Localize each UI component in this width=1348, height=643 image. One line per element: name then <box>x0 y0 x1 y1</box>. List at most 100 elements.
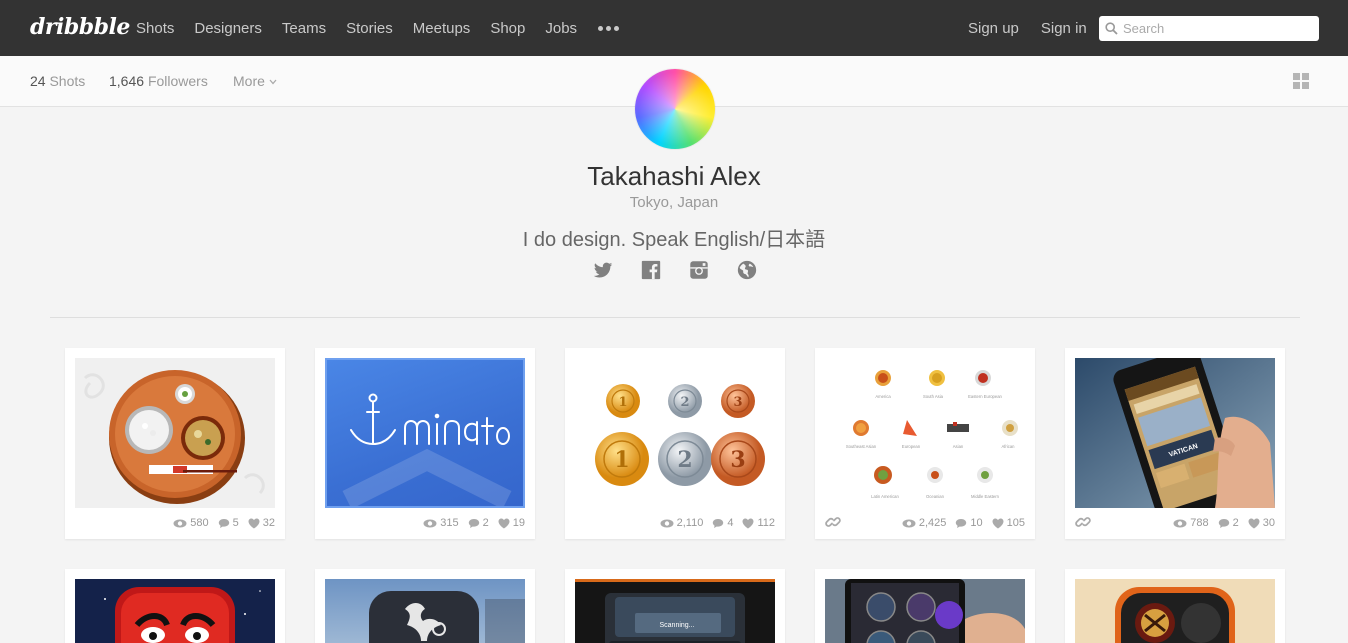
comments-stat[interactable]: 2 <box>1218 517 1239 529</box>
nav-shop[interactable]: Shop <box>490 20 525 37</box>
food-label: Eastern European <box>968 394 1002 399</box>
shot-thumbnail[interactable] <box>75 358 275 508</box>
search-icon <box>1105 22 1118 35</box>
sign-up-link[interactable]: Sign up <box>968 20 1019 37</box>
shot-thumbnail[interactable]: America South Asia Eastern European Sout… <box>825 358 1025 508</box>
svg-text:1: 1 <box>614 447 629 473</box>
scanner-text: Scanning... <box>659 622 694 629</box>
shot-card[interactable]: America South Asia Eastern European Sout… <box>815 348 1035 539</box>
nav-teams[interactable]: Teams <box>282 20 326 37</box>
search-input[interactable] <box>1123 21 1313 36</box>
shot-card[interactable]: 580 5 32 <box>65 348 285 539</box>
likes-stat[interactable]: 32 <box>248 517 275 529</box>
food-label: Latin American <box>871 494 899 499</box>
likes-count: 32 <box>262 517 275 529</box>
shot-image-phone-app: VATICAN <box>1075 358 1275 508</box>
likes-stat[interactable]: 30 <box>1248 517 1275 529</box>
shot-thumbnail[interactable]: VATICAN <box>1075 358 1275 508</box>
likes-count: 30 <box>1262 517 1275 529</box>
shot-thumbnail[interactable]: 1 2 3 1 2 3 <box>575 358 775 508</box>
food-label: America <box>875 394 891 399</box>
followers-label: Followers <box>147 73 208 89</box>
sign-in-link[interactable]: Sign in <box>1041 20 1087 37</box>
shot-card[interactable]: 1 2 3 1 2 3 2,110 4 112 <box>565 348 785 539</box>
followers-count-tab[interactable]: 1,646 Followers <box>109 73 208 89</box>
shot-card[interactable]: 315 2 19 <box>315 348 535 539</box>
comments-stat[interactable]: 5 <box>218 517 239 529</box>
heart-icon <box>992 518 1004 528</box>
comment-icon <box>1218 518 1229 528</box>
shot-thumbnail[interactable] <box>325 579 525 643</box>
shot-stats: 2,425 10 105 <box>893 516 1025 530</box>
shot-card[interactable]: VATICAN 788 2 30 <box>1065 348 1285 539</box>
more-dropdown[interactable]: More <box>233 73 277 89</box>
dribbble-logo[interactable]: dribbble <box>30 14 130 40</box>
shots-count-tab[interactable]: 24 Shots <box>30 73 85 89</box>
shot-stats: 580 5 32 <box>164 516 275 530</box>
svg-text:3: 3 <box>730 447 745 473</box>
comment-icon <box>713 518 724 528</box>
comments-count: 2 <box>482 517 489 529</box>
link-icon[interactable] <box>825 514 841 530</box>
instagram-icon[interactable] <box>688 259 710 281</box>
views-count: 315 <box>440 517 459 529</box>
avatar[interactable] <box>635 69 715 149</box>
grid-view-icon[interactable] <box>1293 73 1309 89</box>
likes-count: 112 <box>757 517 775 529</box>
profile-bio: I do design. Speak English/日本語 <box>522 229 826 251</box>
shot-thumbnail[interactable]: Scanning... <box>575 579 775 643</box>
svg-text:1: 1 <box>618 395 627 410</box>
shot-image-rooftops-app <box>825 579 1025 643</box>
views-stat: 2,110 <box>660 517 704 529</box>
views-stat: 2,425 <box>902 517 946 529</box>
shot-card[interactable]: Scanning... <box>565 569 785 643</box>
main-nav-links: Shots Designers Teams Stories Meetups Sh… <box>136 0 620 56</box>
shot-image-orange-icon <box>1075 579 1275 643</box>
heart-icon <box>498 518 510 528</box>
eye-icon <box>660 519 674 527</box>
nav-jobs[interactable]: Jobs <box>545 20 577 37</box>
views-count: 2,110 <box>676 517 704 529</box>
shot-card[interactable] <box>315 569 535 643</box>
shot-thumbnail[interactable] <box>325 358 525 508</box>
likes-stat[interactable]: 112 <box>742 517 775 529</box>
comments-stat[interactable]: 10 <box>955 517 983 529</box>
likes-stat[interactable]: 19 <box>498 517 525 529</box>
shot-thumbnail[interactable] <box>1075 579 1275 643</box>
globe-icon[interactable] <box>736 259 758 281</box>
shot-card[interactable] <box>1065 569 1285 643</box>
views-count: 788 <box>1190 517 1209 529</box>
svg-text:3: 3 <box>733 395 742 410</box>
nav-meetups[interactable]: Meetups <box>413 20 471 37</box>
shot-card[interactable] <box>815 569 1035 643</box>
views-stat: 315 <box>423 517 459 529</box>
comments-stat[interactable]: 4 <box>712 517 733 529</box>
shot-thumbnail[interactable] <box>75 579 275 643</box>
likes-count: 19 <box>512 517 525 529</box>
shot-stats: 2,110 4 112 <box>651 516 775 530</box>
views-stat: 788 <box>1173 517 1209 529</box>
nav-stories[interactable]: Stories <box>346 20 393 37</box>
likes-count: 105 <box>1006 517 1025 529</box>
shot-image-medals: 1 2 3 1 2 3 <box>595 384 765 486</box>
comments-count: 2 <box>1232 517 1239 529</box>
nav-shots[interactable]: Shots <box>136 20 174 37</box>
twitter-icon[interactable] <box>592 259 614 281</box>
comments-stat[interactable]: 2 <box>468 517 489 529</box>
views-stat: 580 <box>173 517 209 529</box>
likes-stat[interactable]: 105 <box>992 517 1025 529</box>
food-label: South Asia <box>923 394 944 399</box>
search-box <box>1099 16 1319 41</box>
comments-count: 10 <box>970 517 983 529</box>
shot-image-red-mask <box>75 579 275 643</box>
facebook-icon[interactable] <box>640 259 662 281</box>
shot-card[interactable] <box>65 569 285 643</box>
more-label: More <box>233 73 265 89</box>
shot-thumbnail[interactable] <box>825 579 1025 643</box>
nav-designers[interactable]: Designers <box>194 20 262 37</box>
food-label: Middle Eastern <box>971 494 1000 499</box>
link-icon[interactable] <box>1075 514 1091 530</box>
food-label: Asian <box>953 444 964 449</box>
more-dots-icon[interactable] <box>598 25 620 31</box>
svg-text:2: 2 <box>680 395 689 410</box>
